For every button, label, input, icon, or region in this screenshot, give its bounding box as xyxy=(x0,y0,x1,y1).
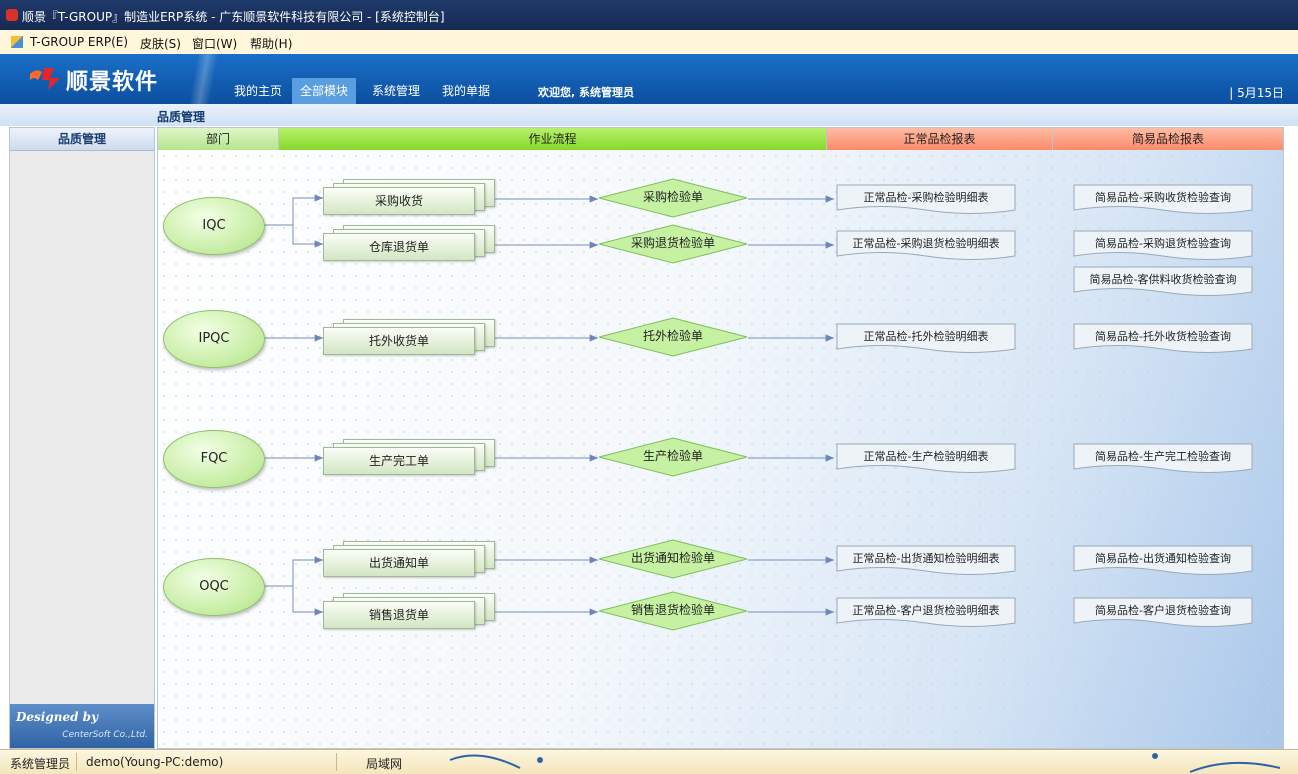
doc-label: 销售退货单 xyxy=(323,601,475,629)
report-label: 简易品检-采购收货检验查询 xyxy=(1095,191,1231,204)
dept-oqc[interactable]: OQC xyxy=(163,558,265,616)
report-label: 正常品检-生产检验明细表 xyxy=(863,450,989,463)
report-label: 正常品检-客户退货检验明细表 xyxy=(852,604,1000,617)
tab-system-management[interactable]: 系统管理 xyxy=(364,78,428,104)
report-label: 简易品检-生产完工检验查询 xyxy=(1095,450,1231,463)
logo-icon xyxy=(30,68,60,90)
status-divider xyxy=(76,753,77,771)
breadcrumb: 品质管理 xyxy=(157,110,206,124)
status-decoration xyxy=(449,753,1281,773)
date-display: | 5月15日 xyxy=(1229,86,1284,100)
report-label: 正常品检-托外检验明细表 xyxy=(863,330,989,343)
breadcrumb-bar: 品质管理 xyxy=(0,104,1298,126)
report-label: 简易品检-托外收货检验查询 xyxy=(1095,330,1231,343)
simple-report-outsource-receipt[interactable]: 简易品检-托外收货检验查询 xyxy=(1073,323,1253,355)
simple-report-purchase-return[interactable]: 简易品检-采购退货检验查询 xyxy=(1073,230,1253,262)
inspection-label: 销售退货检验单 xyxy=(630,603,715,617)
inspection-shipment-notice[interactable]: 出货通知检验单 xyxy=(598,539,748,579)
normal-report-customer-return[interactable]: 正常品检-客户退货检验明细表 xyxy=(836,597,1016,629)
simple-report-shipment-notice[interactable]: 简易品检-出货通知检验查询 xyxy=(1073,545,1253,577)
menu-item-skin[interactable]: 皮肤(S) xyxy=(140,35,181,52)
doc-label: 采购收货 xyxy=(323,187,475,215)
normal-report-outsource[interactable]: 正常品检-托外检验明细表 xyxy=(836,323,1016,355)
report-label: 正常品检-采购退货检验明细表 xyxy=(852,237,1000,250)
header-swoosh xyxy=(170,54,230,104)
inspection-label: 生产检验单 xyxy=(642,449,703,463)
menu-item-window[interactable]: 窗口(W) xyxy=(192,35,237,52)
tab-my-home[interactable]: 我的主页 xyxy=(226,78,290,104)
doc-label: 仓库退货单 xyxy=(323,233,475,261)
inspection-purchase-return[interactable]: 采购退货检验单 xyxy=(598,224,748,264)
inspection-label: 采购检验单 xyxy=(642,190,703,204)
menu-item-tgroup-erp[interactable]: T-GROUP ERP(E) xyxy=(30,35,128,49)
simple-report-customer-supplied[interactable]: 简易品检-客供料收货检验查询 xyxy=(1073,266,1253,298)
inspection-purchase[interactable]: 采购检验单 xyxy=(598,178,748,218)
inspection-label: 采购退货检验单 xyxy=(630,236,715,250)
menu-bar: T-GROUP ERP(E) 皮肤(S) 窗口(W) 帮助(H) xyxy=(0,30,1298,55)
window-title: 顺景『T-GROUP』制造业ERP系统 - 广东顺景软件科技有限公司 - [系统… xyxy=(22,10,445,24)
doc-production-complete[interactable]: 生产完工单 xyxy=(323,439,495,475)
doc-sales-return[interactable]: 销售退货单 xyxy=(323,593,495,629)
inspection-sales-return[interactable]: 销售退货检验单 xyxy=(598,591,748,631)
dept-ipqc[interactable]: IPQC xyxy=(163,310,265,368)
tab-my-documents[interactable]: 我的单据 xyxy=(434,78,498,104)
status-divider xyxy=(336,753,337,771)
simple-report-customer-return[interactable]: 简易品检-客户退货检验查询 xyxy=(1073,597,1253,629)
normal-report-shipment-notice[interactable]: 正常品检-出货通知检验明细表 xyxy=(836,545,1016,577)
doc-purchase-receipt[interactable]: 采购收货 xyxy=(323,179,495,215)
report-label: 简易品检-客户退货检验查询 xyxy=(1095,604,1231,617)
dept-fqc[interactable]: FQC xyxy=(163,430,265,488)
inspection-label: 出货通知检验单 xyxy=(630,551,715,565)
status-user: 系统管理员 xyxy=(10,757,71,771)
report-label: 正常品检-出货通知检验明细表 xyxy=(852,552,1000,565)
company-name: CenterSoft Co.,Ltd. xyxy=(62,730,148,740)
simple-report-production-complete[interactable]: 简易品检-生产完工检验查询 xyxy=(1073,443,1253,475)
menu-item-help[interactable]: 帮助(H) xyxy=(250,35,292,52)
sidebar: 品质管理 Designed by CenterSoft Co.,Ltd. xyxy=(9,127,155,749)
doc-label: 托外收货单 xyxy=(323,327,475,355)
doc-outsource-receipt[interactable]: 托外收货单 xyxy=(323,319,495,355)
tab-all-modules[interactable]: 全部模块 xyxy=(292,78,357,104)
window-title-bar: 顺景『T-GROUP』制造业ERP系统 - 广东顺景软件科技有限公司 - [系统… xyxy=(0,0,1298,30)
designed-by-label: Designed by xyxy=(16,710,99,724)
normal-report-production[interactable]: 正常品检-生产检验明细表 xyxy=(836,443,1016,475)
app-icon xyxy=(6,9,18,21)
report-label: 简易品检-出货通知检验查询 xyxy=(1095,552,1231,565)
status-bar: 系统管理员 demo(Young-PC:demo) 局域网 xyxy=(0,749,1298,774)
welcome-text: 欢迎您, 系统管理员 xyxy=(538,86,635,99)
simple-report-purchase-receipt[interactable]: 简易品检-采购收货检验查询 xyxy=(1073,184,1253,216)
normal-report-purchase-return[interactable]: 正常品检-采购退货检验明细表 xyxy=(836,230,1016,262)
doc-warehouse-return[interactable]: 仓库退货单 xyxy=(323,225,495,261)
inspection-production[interactable]: 生产检验单 xyxy=(598,437,748,477)
report-label: 简易品检-客供料收货检验查询 xyxy=(1089,273,1237,286)
doc-label: 生产完工单 xyxy=(323,447,475,475)
erp-menu-icon xyxy=(11,36,23,48)
report-label: 简易品检-采购退货检验查询 xyxy=(1095,237,1231,250)
doc-label: 出货通知单 xyxy=(323,549,475,577)
workflow-canvas: 部门 作业流程 正常品检报表 简易品检报表 IQC IPQC FQC OQC 采… xyxy=(157,127,1284,749)
report-label: 正常品检-采购检验明细表 xyxy=(863,191,989,204)
normal-report-purchase[interactable]: 正常品检-采购检验明细表 xyxy=(836,184,1016,216)
app-header: 顺景软件 我的主页 全部模块 系统管理 我的单据 欢迎您, 系统管理员 | 5月… xyxy=(0,54,1298,104)
inspection-outsource[interactable]: 托外检验单 xyxy=(598,317,748,357)
status-connection: demo(Young-PC:demo) xyxy=(86,755,224,769)
doc-shipment-notice[interactable]: 出货通知单 xyxy=(323,541,495,577)
logo-text: 顺景软件 xyxy=(66,70,159,95)
inspection-label: 托外检验单 xyxy=(642,329,703,343)
designed-by-banner: Designed by CenterSoft Co.,Ltd. xyxy=(10,704,154,748)
dept-iqc[interactable]: IQC xyxy=(163,197,265,255)
sidebar-item-quality[interactable]: 品质管理 xyxy=(10,128,154,151)
status-network: 局域网 xyxy=(366,757,403,771)
